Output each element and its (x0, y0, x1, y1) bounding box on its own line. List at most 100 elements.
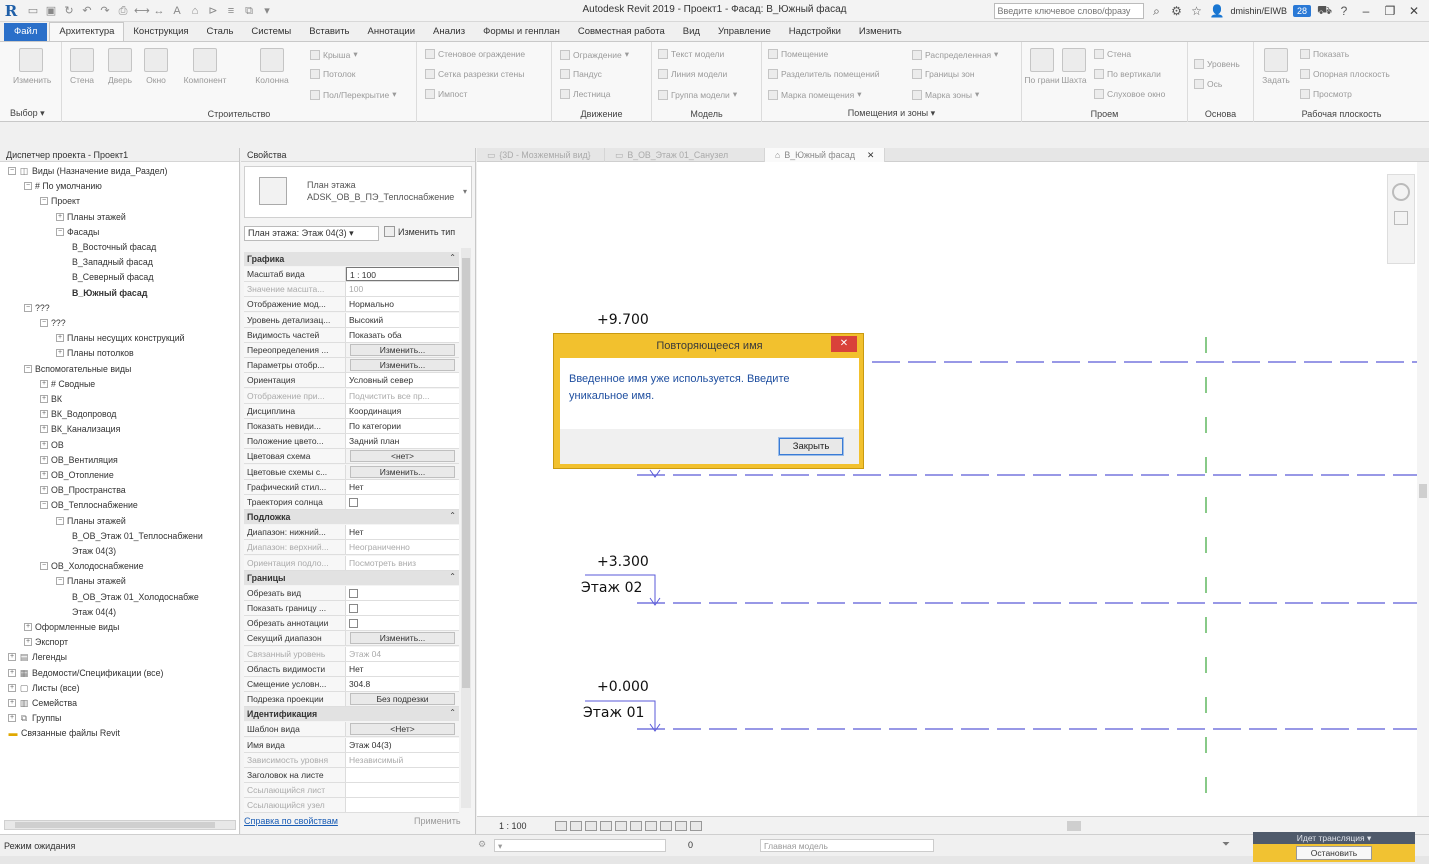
steering-wheel-icon[interactable] (1392, 183, 1410, 201)
door-button[interactable]: Дверь (102, 48, 138, 85)
property-value[interactable]: Нет (346, 479, 459, 494)
tree-item[interactable]: В_ОВ_Этаж 01_Теплоснабжени (72, 529, 203, 543)
expand-icon[interactable]: + (40, 440, 48, 449)
tab-steel[interactable]: Сталь (198, 23, 243, 41)
roof-button[interactable]: Крыша ▾ (310, 49, 358, 60)
tab-annotate[interactable]: Аннотации (359, 23, 425, 41)
view-scale[interactable]: 1 : 100 (499, 821, 527, 831)
property-value[interactable]: Нет (346, 525, 459, 540)
filter-icon[interactable]: ⏷ (1222, 839, 1230, 850)
restore-icon[interactable]: ❐ (1381, 4, 1399, 18)
print-icon[interactable]: ⎙ (116, 4, 130, 18)
tree-item[interactable]: + Планы этажей (56, 210, 126, 224)
expand-icon[interactable]: + (24, 638, 32, 647)
curtain-system-button[interactable]: Стеновое ограждение (425, 49, 525, 59)
tree-item[interactable]: + ▦ Ведомости/Спецификации (все) (8, 666, 163, 680)
view-tab-3d[interactable]: ▭ {3D - Мозжемный вид} (477, 147, 605, 162)
canvas-horizontal-scrollbar[interactable] (747, 821, 1407, 831)
property-value[interactable] (346, 495, 459, 509)
property-value[interactable] (346, 768, 459, 782)
shadows-icon[interactable] (599, 820, 612, 831)
collapse-icon[interactable]: − (40, 197, 48, 206)
vertical-opening-button[interactable]: По вертикали (1094, 69, 1161, 79)
property-value[interactable]: 1 : 100 (346, 267, 459, 281)
dimension-icon[interactable]: ↔ (152, 4, 166, 18)
expand-icon[interactable]: + (56, 212, 64, 221)
expand-icon[interactable]: + (40, 425, 48, 434)
tab-systems[interactable]: Системы (242, 23, 300, 41)
tree-item[interactable]: − ОВ_Холодоснабжение (40, 559, 144, 573)
property-value[interactable]: Показать оба (346, 327, 459, 342)
area-button[interactable]: Распределенная ▾ (912, 49, 998, 60)
properties-help-link[interactable]: Справка по свойствам (244, 816, 338, 826)
expand-icon[interactable]: + (24, 623, 32, 631)
collapse-icon[interactable]: − (56, 516, 64, 525)
stair-button[interactable]: Лестница (560, 89, 611, 99)
collapse-section-icon[interactable]: ⌃ (449, 511, 456, 520)
mullion-button[interactable]: Импост (425, 89, 467, 99)
show-workplane-button[interactable]: Показать (1300, 49, 1349, 59)
tree-item[interactable]: + Планы потолков (56, 346, 134, 360)
dormer-button[interactable]: Слуховое окно (1094, 89, 1165, 99)
browser-horizontal-scrollbar[interactable] (4, 820, 236, 830)
measure-icon[interactable]: ⟷ (134, 4, 150, 18)
close-icon[interactable]: ✕ (1405, 4, 1423, 18)
collapse-icon[interactable]: − (24, 182, 32, 191)
redo-icon[interactable]: ↷ (98, 4, 112, 18)
close-tab-icon[interactable]: ✕ (867, 148, 874, 162)
user-name[interactable]: dmishin/EIWB (1230, 6, 1287, 16)
tree-item[interactable]: + ▢ Листы (все) (8, 681, 80, 695)
dialog-close-icon[interactable]: ✕ (831, 336, 857, 352)
wall-button[interactable]: Стена (64, 48, 100, 85)
sync-icon[interactable]: ↻ (62, 4, 76, 18)
cart-icon[interactable]: ⛟ (1317, 3, 1332, 19)
tab-architecture[interactable]: Архитектура (49, 22, 125, 41)
property-value[interactable]: 304.8 (346, 677, 459, 691)
ceiling-button[interactable]: Потолок (310, 69, 356, 79)
set-workplane-button[interactable]: Задать (1258, 48, 1294, 85)
tree-item[interactable]: В_ОВ_Этаж 01_Холодоснабже (72, 590, 199, 604)
open-icon[interactable]: ▭ (26, 4, 40, 18)
group-room-area-label[interactable]: Помещения и зоны ▾ (762, 108, 1021, 119)
area-tag-button[interactable]: Марка зоны ▾ (912, 89, 979, 100)
canvas-scroll-thumb[interactable] (1419, 484, 1427, 498)
dialog-close-button[interactable]: Закрыть (778, 437, 844, 456)
tree-item[interactable]: + Экспорт (24, 635, 68, 649)
room-tag-button[interactable]: Марка помещения ▾ (768, 89, 861, 100)
railing-button[interactable]: Ограждение ▾ (560, 49, 629, 60)
tree-item[interactable]: Этаж 04(3) (72, 544, 116, 558)
switch-windows-icon[interactable]: ⧉ (242, 4, 256, 18)
undo-icon[interactable]: ↶ (80, 4, 94, 18)
collapse-icon[interactable]: − (56, 577, 64, 586)
browser-scroll-thumb[interactable] (15, 822, 215, 828)
design-option-dropdown[interactable]: Главная модель (760, 839, 934, 852)
tree-item[interactable]: − ◫ Виды (Назначение вида_Раздел) (8, 164, 167, 178)
window-button[interactable]: Окно (138, 48, 174, 85)
temp-hide-icon[interactable] (644, 820, 657, 831)
tree-item[interactable]: В_Южный фасад (72, 286, 147, 300)
tab-insert[interactable]: Вставить (300, 23, 358, 41)
ramp-button[interactable]: Пандус (560, 69, 602, 79)
search-input[interactable] (993, 3, 1144, 19)
level-button[interactable]: Уровень (1194, 59, 1240, 69)
minimize-icon[interactable]: – (1357, 4, 1375, 18)
show-crop-icon[interactable] (629, 820, 642, 831)
tab-massing[interactable]: Формы и генплан (474, 23, 569, 41)
expand-icon[interactable]: + (8, 683, 16, 692)
tree-item[interactable]: − Планы этажей (56, 574, 126, 588)
floor-button[interactable]: Пол/Перекрытие ▾ (310, 89, 396, 100)
visual-style-icon[interactable] (569, 820, 582, 831)
reveal-hidden-icon[interactable] (659, 820, 672, 831)
user-icon[interactable]: 👤 (1210, 4, 1225, 18)
property-value[interactable] (346, 585, 459, 600)
level-elevation-2[interactable]: +3.300 (597, 554, 649, 570)
expand-icon[interactable]: + (8, 699, 16, 707)
tree-item[interactable]: В_Северный фасад (72, 270, 153, 284)
tree-item[interactable]: + ⧉ Группы (8, 711, 61, 725)
canvas-vertical-scrollbar[interactable] (1417, 162, 1429, 816)
property-edit-button[interactable]: Изменить... (350, 632, 455, 645)
notification-badge[interactable]: 28 (1292, 5, 1311, 17)
property-section-extents[interactable]: Границы ⌃ (244, 570, 459, 585)
tree-item[interactable]: Этаж 04(4) (72, 605, 116, 619)
tree-item[interactable]: + ОВ (40, 438, 64, 452)
